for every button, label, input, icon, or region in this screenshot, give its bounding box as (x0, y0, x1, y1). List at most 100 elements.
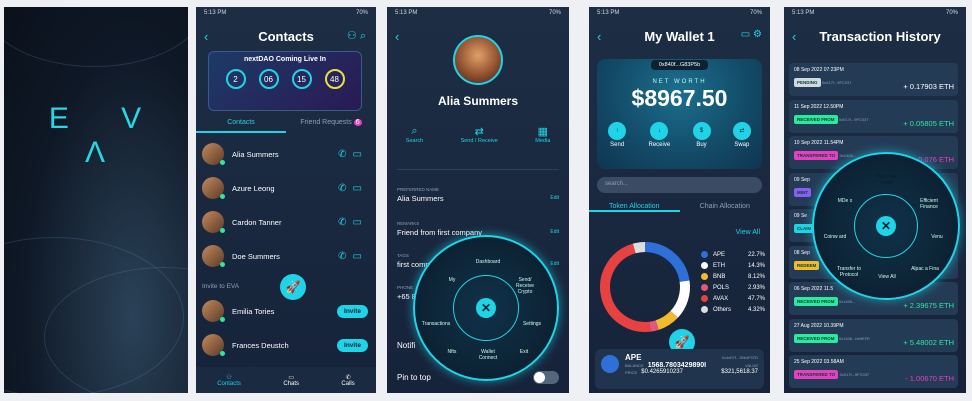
legend-dot (701, 273, 708, 280)
list-item[interactable]: Doe Summers ✆▭ (202, 243, 368, 269)
tx-amount: + 0.17903 ETH (903, 82, 954, 91)
pin-to-top-label: Pin to top (397, 373, 431, 382)
menu-pancakeswap[interactable]: Pancake swap (872, 174, 902, 186)
legend-value: 8.12% (747, 273, 765, 280)
send-receive-action[interactable]: ⇄ Send / Receive (461, 125, 498, 144)
profile-screen: 5:13 PM 70% ‹ Alia Summers ⌕ Search ⇄ Send … (387, 7, 569, 393)
menu-mdex[interactable]: MDe x (830, 198, 860, 204)
search-input[interactable]: search... (597, 177, 762, 193)
net-worth-value: $8967.50 (631, 85, 728, 111)
menu-coinward[interactable]: Coinw ard (820, 234, 850, 240)
send-button[interactable]: ↑ Send (608, 122, 627, 148)
tx-date: 10 Sep 2022 11.54PM (794, 140, 844, 146)
legend-label: AVAX (713, 295, 729, 302)
menu-alpaca-finance[interactable]: Alpac a Fina (910, 266, 940, 272)
legend-dot (701, 262, 708, 269)
invite-button[interactable]: Invite (337, 304, 368, 318)
menu-efficient-finance[interactable]: Efficient Finance (914, 198, 944, 210)
transfer-icon: ⇄ (474, 126, 484, 138)
menu-wallet-connect[interactable]: Wallet Connect (473, 349, 503, 361)
action-label: Send / Receive (460, 138, 498, 144)
list-item[interactable]: Frances Deustch Invite (202, 332, 368, 358)
legend-item: APE 22.7% (701, 251, 765, 258)
call-icon[interactable]: ✆▭ (338, 149, 368, 160)
edit-link[interactable]: Edit (550, 195, 559, 201)
wallet-screen: 5:13 PM 70% ‹ My Wallet 1 ▭ ⚙ 0x840f...G8… (589, 7, 770, 393)
status-time: 5:13 PM (792, 10, 815, 16)
edit-link[interactable]: Edit (550, 261, 559, 267)
nav-chats[interactable]: ▭ Chats (283, 374, 299, 387)
call-icon[interactable]: ✆▭ (338, 183, 368, 194)
wallet-address[interactable]: 0x840f...G83P5b (650, 60, 709, 70)
settings-icon[interactable]: ▭ ⚙ (741, 29, 762, 40)
menu-settings[interactable]: Settings (517, 321, 547, 327)
bottom-nav: ⚇ Contacts ▭ Chats ✆ Calls (196, 367, 376, 393)
transaction-card[interactable]: 25 Sep 2022 03.58AM TRANSFERED TO 0x017f… (789, 355, 958, 388)
buy-icon: $ (692, 122, 711, 140)
status-battery: 70% (355, 10, 368, 16)
view-all-link[interactable]: View All (736, 229, 760, 236)
menu-my[interactable]: My (437, 277, 467, 283)
pin-toggle[interactable] (533, 371, 559, 384)
list-item[interactable]: Alia Summers ✆▭ (202, 141, 368, 167)
buy-button[interactable]: $ Buy (692, 122, 711, 148)
profile-avatar (453, 35, 503, 85)
status-battery: 70% (945, 10, 958, 16)
call-icon[interactable]: ✆▭ (338, 251, 368, 262)
close-icon[interactable]: ✕ (476, 298, 496, 318)
menu-transfer-to-protocol[interactable]: Transfer to Protocol (834, 266, 864, 278)
menu-nfts[interactable]: Nfts (437, 349, 467, 355)
list-item[interactable]: Azure Leong ✆▭ (202, 175, 368, 201)
nav-contacts[interactable]: ⚇ Contacts (217, 374, 241, 387)
action-label: Swap (734, 142, 750, 148)
swap-button[interactable]: ⇄ Swap (732, 122, 751, 148)
nav-label: Chats (283, 380, 299, 387)
chat-icon: ▭ (288, 374, 294, 381)
search-action[interactable]: ⌕ Search (406, 125, 423, 144)
tx-date: 08 Sep 2022 07:23PM (794, 67, 844, 73)
nav-calls[interactable]: ✆ Calls (341, 374, 354, 387)
add-contact-icon[interactable]: ⚇ ⌕ (347, 29, 366, 43)
action-label: Receive (648, 142, 671, 148)
list-item[interactable]: Emilia Tories Invite (202, 298, 368, 324)
tab-token-allocation[interactable]: Token Allocation (589, 203, 680, 212)
media-action[interactable]: ▦ Media (535, 125, 550, 144)
transaction-card[interactable]: 27 Aug 2022 10.39PM RECEIVED FROM 0x1406… (789, 318, 958, 352)
field-label: REMARKS (397, 221, 420, 226)
action-label: Search (405, 138, 424, 144)
avatar (202, 334, 225, 356)
menu-exit[interactable]: Exit (509, 349, 539, 355)
countdown-banner[interactable]: nextDAO Coming Live In 2 06 15 48 (208, 51, 362, 111)
call-icon[interactable]: ✆▭ (338, 217, 368, 228)
transaction-card[interactable]: 08 Sep 2022 07:23PM PENDING 0x017f...9FC… (789, 63, 958, 96)
menu-view-all[interactable]: View All (872, 274, 902, 280)
menu-dashboard[interactable]: Dashboard (473, 259, 503, 265)
tab-chain-allocation[interactable]: Chain Allocation (680, 203, 771, 212)
contact-name: Alia Summers (232, 149, 279, 159)
transaction-card[interactable]: 11 Sep 2022 12.50PM RECEIVED FROM 0x017f… (789, 99, 958, 133)
invite-button[interactable]: Invite (337, 338, 368, 352)
close-icon[interactable]: ✕ (876, 216, 896, 236)
legend-dot (701, 306, 708, 313)
token-price: $0.4265910237 (641, 369, 683, 375)
list-item[interactable]: Cardon Tanner ✆▭ (202, 209, 368, 235)
tx-type-badge: RECEIVED FROM (794, 333, 838, 343)
tab-contacts[interactable]: Contacts (196, 119, 286, 133)
menu-send-receive[interactable]: Send/ Receive Crypto (510, 277, 540, 295)
rocket-fab[interactable]: 🚀 (280, 274, 306, 300)
status-time: 5:13 PM (395, 10, 418, 16)
countdown-seconds: 48 (324, 69, 345, 89)
receive-button[interactable]: ↓ Receive (648, 122, 670, 148)
swap-icon: ⇄ (732, 122, 751, 140)
token-card[interactable]: APE 0x4d07f...35b4F07D BALANCE 1568.780342… (595, 349, 764, 389)
tab-friend-requests[interactable]: Friend Requests 6 (286, 119, 376, 133)
donut-slice-pols (649, 320, 659, 332)
tx-type-badge: PENDING (794, 78, 821, 87)
menu-transactions[interactable]: Transactions (421, 321, 451, 327)
back-icon[interactable]: ‹ (395, 29, 399, 44)
menu-venu[interactable]: Venu (922, 234, 952, 240)
tx-address: 0x017f...9FC037 (838, 116, 869, 122)
legend-value: 14.3% (747, 262, 765, 269)
contacts-screen: 5:13 PM 70% ‹ Contacts ⚇ ⌕ nextDAO Coming… (196, 7, 376, 393)
edit-link[interactable]: Edit (550, 229, 559, 235)
